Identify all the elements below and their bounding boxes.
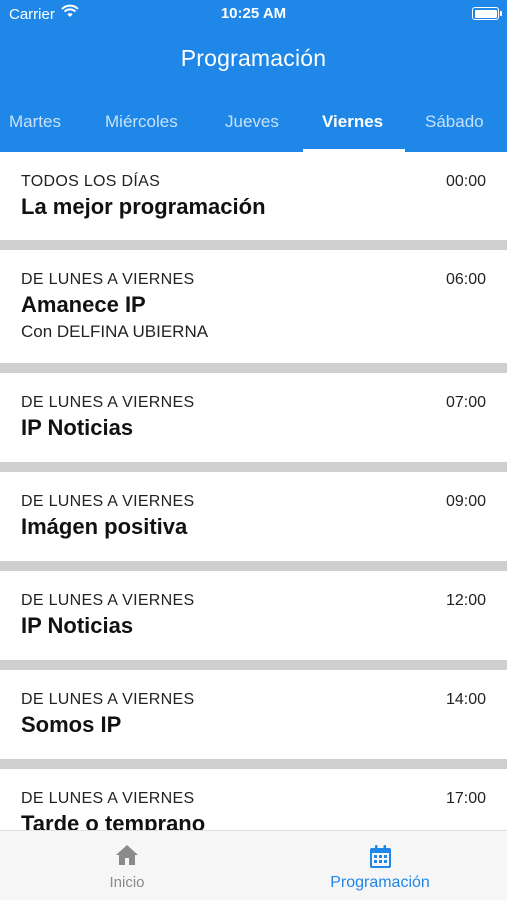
program-card[interactable]: DE LUNES A VIERNES 12:00 IP Noticias (0, 571, 507, 670)
program-card[interactable]: DE LUNES A VIERNES 06:00 Amanece IP Con … (0, 250, 507, 373)
program-time: 09:00 (445, 493, 486, 510)
program-schedule: DE LUNES A VIERNES (21, 790, 195, 807)
program-time: 14:00 (445, 691, 486, 708)
program-title: IP Noticias (21, 613, 134, 638)
program-schedule: DE LUNES A VIERNES (21, 691, 195, 708)
home-icon (115, 844, 139, 871)
nav-inicio[interactable]: Inicio (0, 831, 254, 900)
tab-martes[interactable]: Martes (9, 112, 61, 132)
program-time: 12:00 (445, 592, 486, 609)
program-list[interactable]: TODOS LOS DÍAS 00:00 La mejor programaci… (0, 152, 507, 830)
nav-label: Programación (330, 874, 430, 891)
program-title: Tarde o temprano (21, 811, 206, 830)
program-time: 00:00 (445, 173, 486, 190)
program-time: 17:00 (445, 790, 486, 807)
program-host: Con DELFINA UBIERNA (21, 322, 209, 341)
bottom-tab-bar: Inicio Programación (0, 830, 507, 900)
program-schedule: DE LUNES A VIERNES (21, 592, 195, 609)
tab-viernes[interactable]: Viernes (322, 112, 383, 132)
program-card[interactable]: DE LUNES A VIERNES 09:00 Imágen positiva (0, 472, 507, 571)
tab-miercoles[interactable]: Miércoles (105, 112, 178, 132)
status-bar: Carrier 10:25 AM (0, 0, 507, 28)
program-time: 07:00 (445, 394, 486, 411)
program-title: Imágen positiva (21, 514, 188, 539)
status-time: 10:25 AM (220, 5, 287, 22)
program-schedule: DE LUNES A VIERNES (21, 493, 195, 510)
nav-label: Inicio (109, 874, 145, 891)
program-title: IP Noticias (21, 415, 134, 440)
tab-jueves[interactable]: Jueves (225, 112, 279, 132)
day-tabs: Martes Miércoles Jueves Viernes Sábado (0, 100, 507, 152)
program-title: La mejor programación (21, 194, 266, 219)
program-title: Amanece IP (21, 292, 146, 317)
tab-sabado[interactable]: Sábado (425, 112, 484, 132)
program-title: Somos IP (21, 712, 122, 737)
program-time: 06:00 (445, 271, 486, 288)
battery-icon (472, 7, 502, 20)
program-card[interactable]: DE LUNES A VIERNES 17:00 Tarde o tempran… (0, 769, 507, 830)
program-schedule: TODOS LOS DÍAS (21, 173, 161, 190)
calendar-icon (369, 844, 392, 874)
program-schedule: DE LUNES A VIERNES (21, 394, 195, 411)
program-schedule: DE LUNES A VIERNES (21, 271, 195, 288)
page-title: Programación (180, 45, 327, 71)
program-card[interactable]: DE LUNES A VIERNES 07:00 IP Noticias (0, 373, 507, 472)
nav-programacion[interactable]: Programación (253, 831, 507, 900)
app-header: Carrier 10:25 AM Programación Martes Mié… (0, 0, 507, 152)
program-card[interactable]: DE LUNES A VIERNES 14:00 Somos IP (0, 670, 507, 769)
program-card[interactable]: TODOS LOS DÍAS 00:00 La mejor programaci… (0, 152, 507, 250)
